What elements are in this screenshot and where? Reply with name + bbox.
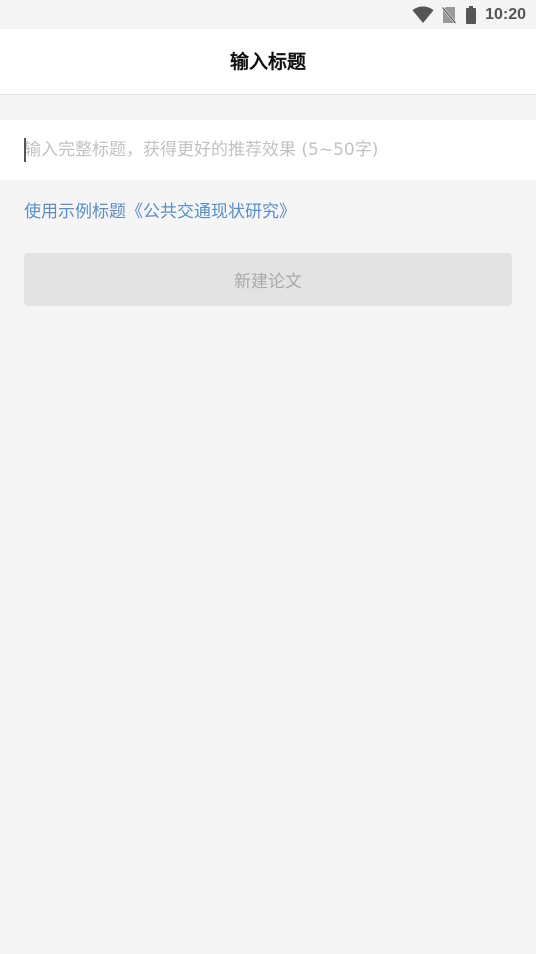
status-icons: 10:20 [412, 4, 526, 26]
title-input-row [0, 120, 536, 180]
page-title: 输入标题 [229, 51, 306, 73]
text-cursor [24, 138, 26, 162]
create-paper-button[interactable]: 新建论文 [24, 253, 512, 306]
no-sim-icon [441, 6, 457, 24]
header: 输入标题 [0, 29, 536, 95]
use-example-title-link[interactable]: 使用示例标题《公共交通现状研究》 [24, 199, 296, 225]
status-bar: 10:20 [0, 0, 536, 29]
status-time: 10:20 [485, 6, 526, 23]
title-input[interactable] [24, 120, 514, 180]
battery-icon [466, 6, 477, 24]
wifi-icon [412, 6, 434, 24]
